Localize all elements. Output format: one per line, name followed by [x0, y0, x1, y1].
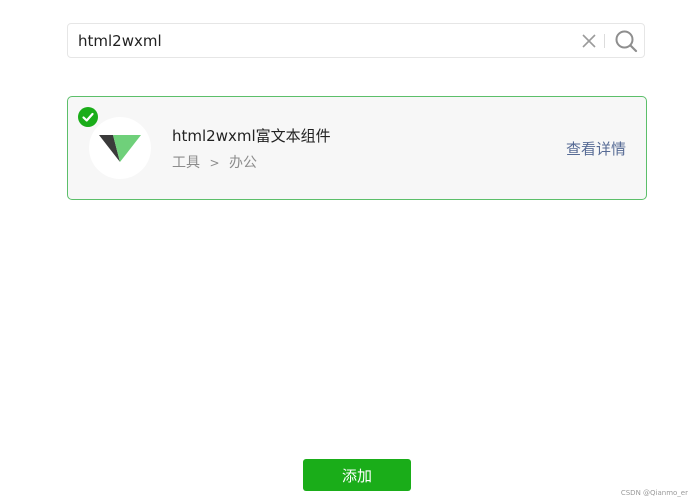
search-input[interactable] — [78, 24, 558, 57]
view-detail-link[interactable]: 查看详情 — [566, 138, 626, 159]
category-separator: > — [209, 156, 220, 170]
category-child: 办公 — [228, 155, 257, 171]
plugin-search-page: html2wxml富文本组件 工具 > 办公 查看详情 添加 CSDN @Qia… — [0, 0, 692, 500]
plugin-name: html2wxml富文本组件 — [172, 127, 331, 145]
search-icon[interactable] — [614, 29, 638, 53]
close-icon[interactable] — [581, 33, 597, 49]
add-button[interactable]: 添加 — [303, 459, 411, 491]
search-bar — [67, 23, 645, 58]
watermark: CSDN @Qianmo_er — [620, 489, 688, 497]
v-logo-icon — [89, 117, 151, 179]
category-parent: 工具 — [172, 155, 200, 171]
plugin-category: 工具 > 办公 — [172, 152, 257, 172]
search-divider — [604, 34, 605, 48]
plugin-result-card[interactable]: html2wxml富文本组件 工具 > 办公 查看详情 — [67, 96, 647, 200]
